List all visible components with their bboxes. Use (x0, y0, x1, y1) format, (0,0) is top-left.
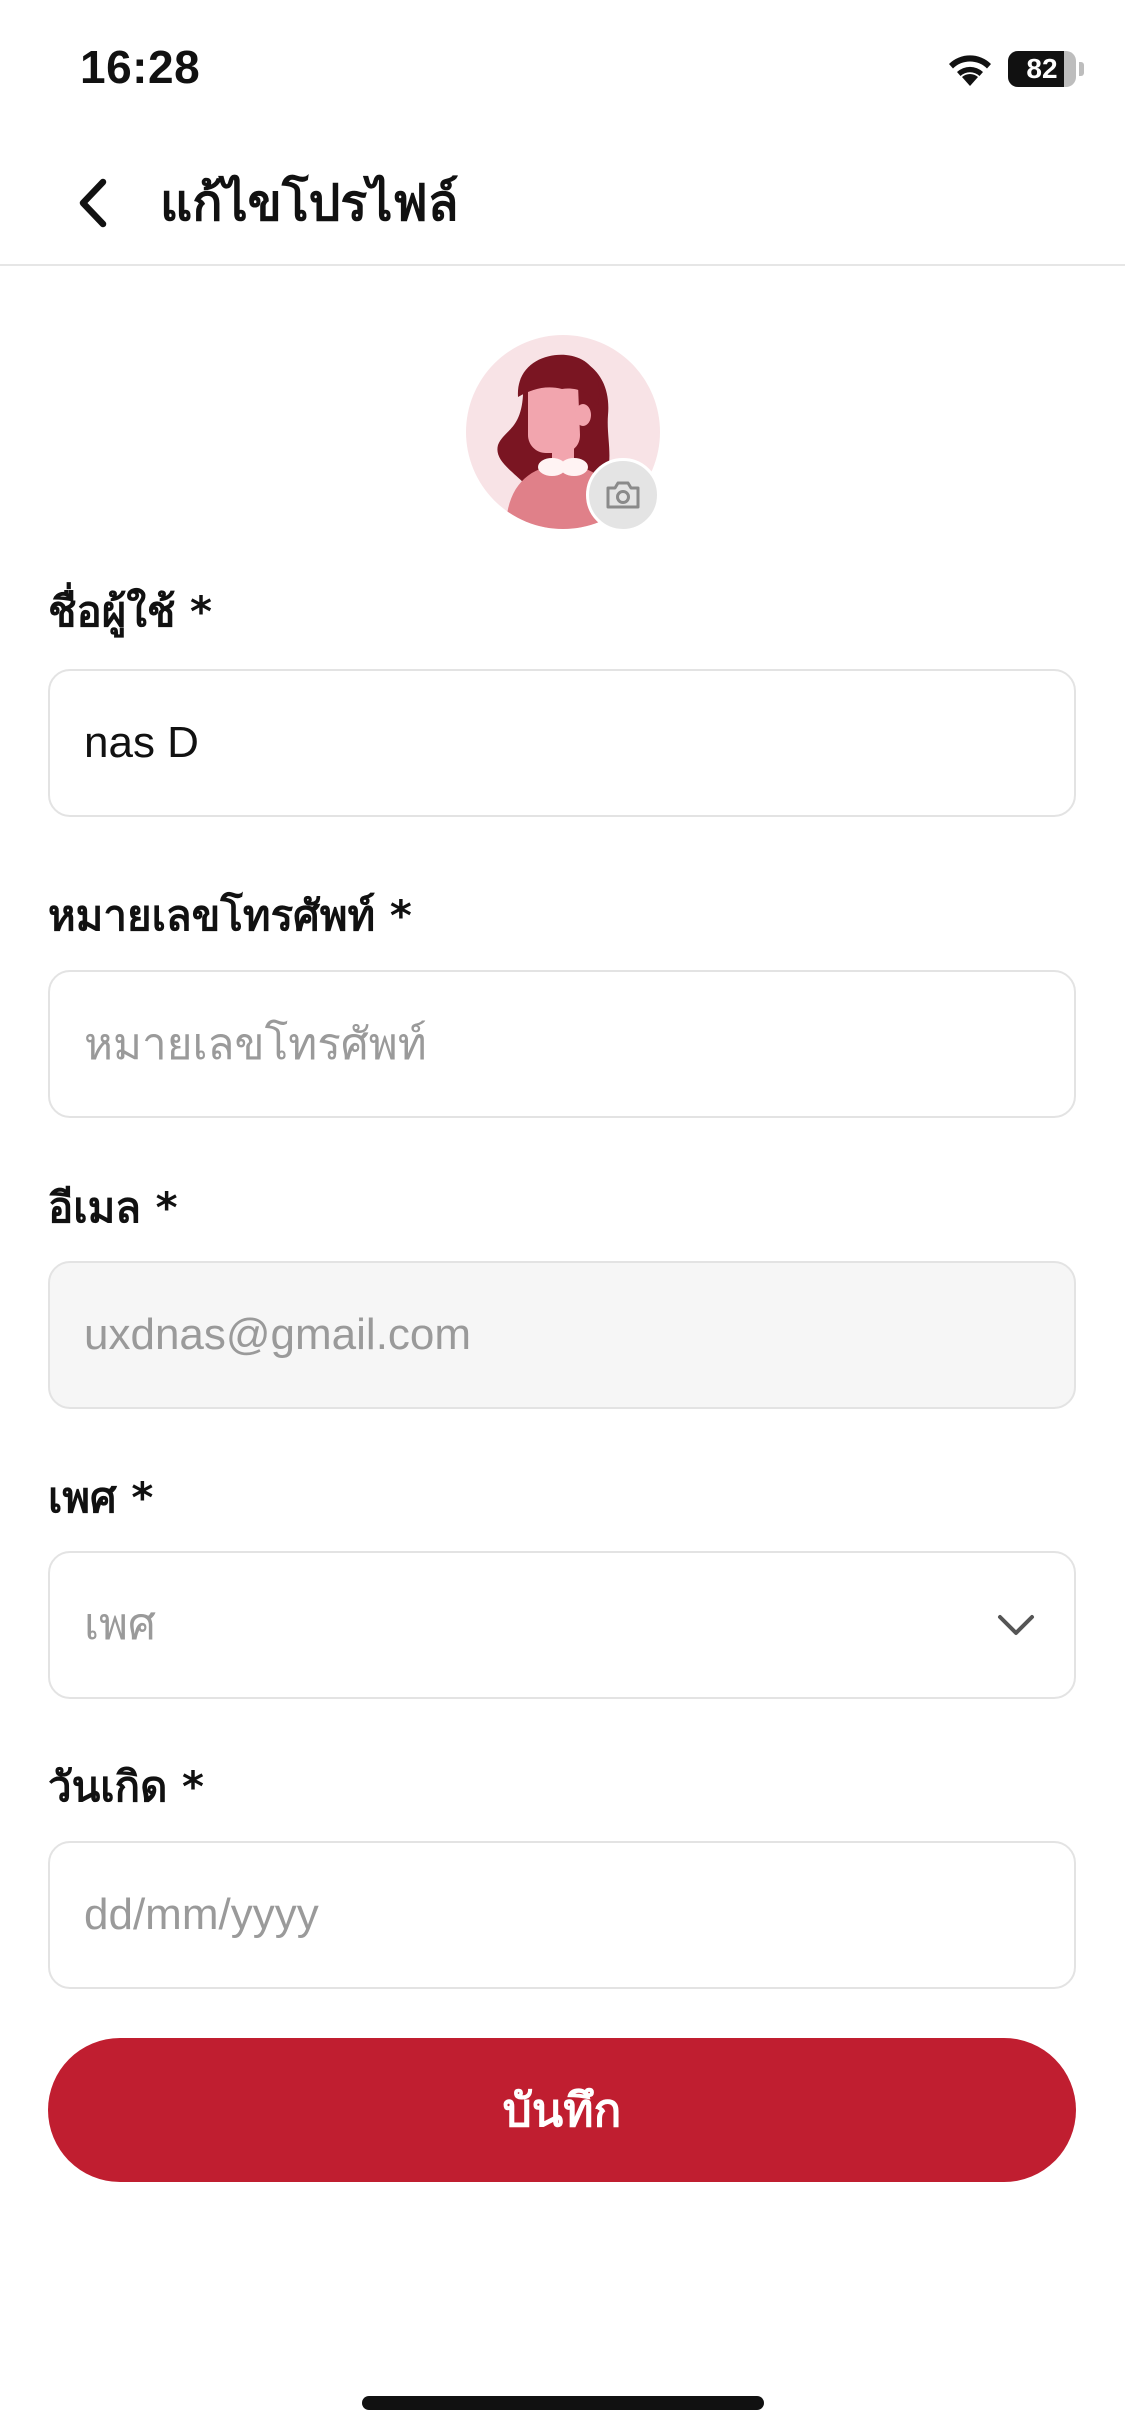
battery-percent: 82 (1026, 53, 1058, 84)
avatar-upload[interactable] (466, 335, 662, 532)
home-indicator (362, 2396, 764, 2410)
page-title: แก้ไขโปรไฟล์ (160, 174, 459, 232)
status-time: 16:28 (80, 41, 201, 93)
gender-select-value: เพศ (84, 1599, 156, 1650)
camera-button[interactable] (586, 458, 660, 532)
email-field-box (48, 1261, 1076, 1409)
birthday-label: วันเกิด * (48, 1762, 204, 1811)
gender-select[interactable]: เพศ (48, 1551, 1076, 1699)
status-bar: 16:28 82 (0, 0, 1125, 140)
phone-label: หมายเลขโทรศัพท์ * (48, 891, 412, 940)
email-label: อีเมล * (48, 1183, 178, 1232)
phone-input[interactable] (84, 972, 1024, 1116)
chevron-left-icon (79, 178, 107, 228)
username-label: ชื่อผู้ใช้ * (48, 587, 212, 636)
phone-field-box (48, 970, 1076, 1118)
camera-icon (606, 481, 640, 509)
wifi-icon (949, 55, 991, 86)
back-button[interactable] (58, 168, 128, 238)
birthday-input[interactable] (84, 1843, 1024, 1987)
save-button[interactable]: บันทึก (48, 2038, 1076, 2182)
chevron-down-icon (998, 1615, 1034, 1635)
username-input[interactable] (84, 671, 1024, 815)
edit-profile-screen: 16:28 82 แก้ไขโปรไฟล์ ชื่อผู้ใช้ * nas D… (0, 0, 1125, 2436)
email-input[interactable] (84, 1263, 1024, 1407)
nav-header: แก้ไขโปรไฟล์ (0, 140, 1125, 266)
username-field-box (48, 669, 1076, 817)
battery-icon: 82 (1008, 51, 1084, 87)
gender-label: เพศ * (48, 1473, 154, 1522)
birthday-field-box (48, 1841, 1076, 1989)
